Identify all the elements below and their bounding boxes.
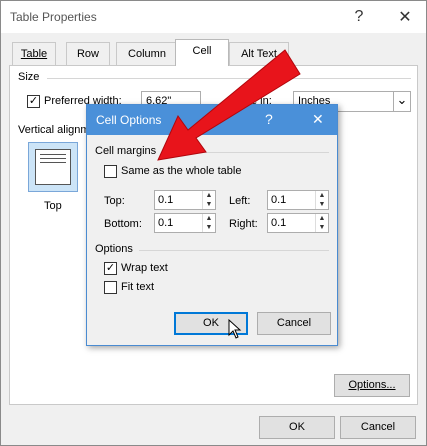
tab-cell[interactable]: Cell bbox=[175, 39, 229, 66]
annotation-arrow-icon bbox=[157, 49, 301, 161]
